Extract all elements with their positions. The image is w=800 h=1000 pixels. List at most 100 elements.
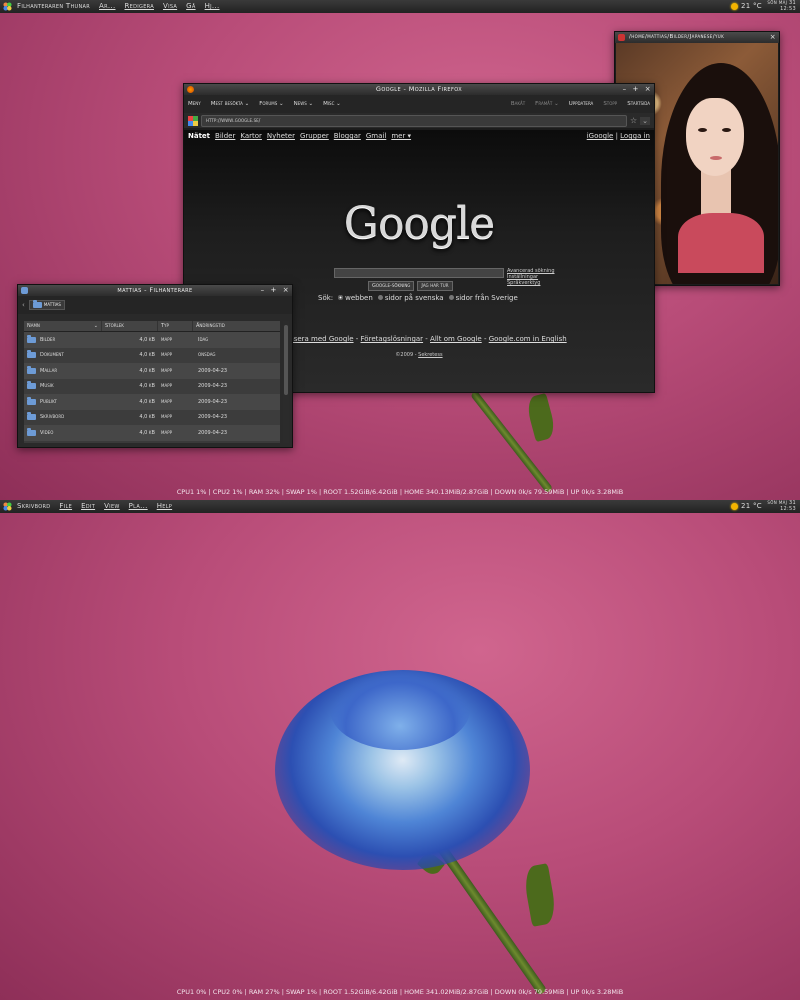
filemanager-window[interactable]: mattias - Filhanterare – + × ‹ mattias N… <box>17 284 293 448</box>
file-type: mapp <box>161 414 173 421</box>
table-row[interactable]: Video 4,0 kB mapp 2009-04-23 <box>24 425 280 441</box>
minimize-icon[interactable]: – <box>261 285 265 296</box>
google-account-links: iGoogle | Logga in <box>586 132 650 140</box>
menu-view[interactable]: Visa <box>163 2 177 10</box>
google-search-button[interactable]: Google-sökning <box>368 281 415 291</box>
firefox-titlebar[interactable]: Google - Mozilla Firefox – + × <box>184 84 654 95</box>
table-row[interactable]: Bilder 4,0 kB mapp Idag <box>24 332 280 348</box>
footer-about-link[interactable]: Allt om Google <box>430 335 482 343</box>
search-label: Sök: <box>318 294 334 302</box>
weather-applet[interactable]: 21 °C <box>730 2 762 10</box>
clock[interactable]: sön maj 31 12:53 <box>767 500 796 512</box>
path-button[interactable]: mattias <box>28 300 65 310</box>
menu-forums[interactable]: Forums ⌄ <box>259 101 283 107</box>
file-list-scrollbar[interactable] <box>283 321 289 443</box>
menu-app-name[interactable]: Skrivbord <box>17 502 50 510</box>
home-button[interactable]: Startsida <box>627 101 650 107</box>
menu-help[interactable]: Help <box>157 502 172 510</box>
login-link[interactable]: Logga in <box>620 132 650 140</box>
file-date: 2009-04-23 <box>198 429 228 436</box>
firefox-icon <box>187 86 194 93</box>
menu-app-name[interactable]: Filhanteraren Thunar <box>17 2 90 10</box>
google-nav-news[interactable]: Nyheter <box>267 132 295 140</box>
file-date: 2009-04-23 <box>198 367 228 374</box>
app-menu-icon[interactable] <box>3 2 12 11</box>
language-tools-link[interactable]: Språkverktyg <box>507 280 555 286</box>
weather-temp: 21 °C <box>740 502 762 510</box>
google-nav-maps[interactable]: Kartor <box>240 132 262 140</box>
menu-go[interactable]: Gå <box>186 2 195 10</box>
clock[interactable]: sön maj 31 12:53 <box>767 0 796 12</box>
file-date: 2009-04-23 <box>198 398 228 405</box>
filemanager-toolbar: ‹ mattias <box>18 296 292 314</box>
menu-file[interactable]: File <box>59 502 72 510</box>
scope-sweden[interactable]: sidor från Sverige <box>448 294 518 302</box>
scope-web[interactable]: webben <box>338 294 373 302</box>
folder-icon <box>27 365 36 374</box>
close-icon[interactable]: × <box>645 84 651 95</box>
scope-swedish[interactable]: sidor på svenska <box>377 294 444 302</box>
firefox-toolbar: Meny Mest besökta ⌄ Forums ⌄ News ⌄ Misc… <box>184 95 654 113</box>
bookmark-star-icon[interactable]: ☆ <box>630 116 637 125</box>
igoogle-link[interactable]: iGoogle <box>587 132 614 140</box>
google-nav-images[interactable]: Bilder <box>215 132 235 140</box>
reload-button[interactable]: Uppdatera <box>569 101 594 107</box>
google-nav-more[interactable]: mer ▾ <box>391 132 411 140</box>
forward-button[interactable]: Framåt ⌄ <box>535 101 559 107</box>
menu-edit[interactable]: Redigera <box>125 2 154 10</box>
google-nav-blogs[interactable]: Bloggar <box>334 132 361 140</box>
image-viewer-titlebar[interactable]: /home/mattias/Bilder/Japanese/yuk × <box>615 32 779 43</box>
file-name: Bilder <box>24 334 102 343</box>
table-row[interactable]: Publikt 4,0 kB mapp 2009-04-23 <box>24 394 280 410</box>
weather-applet[interactable]: 21 °C <box>730 502 762 510</box>
lucky-button[interactable]: Jag har tur <box>417 281 453 291</box>
back-button[interactable]: Bakåt <box>511 101 525 107</box>
folder-icon <box>27 381 36 390</box>
desktop-screen-2: Skrivbord File Edit View Pla... Help 21 … <box>0 500 800 1000</box>
url-dropdown-icon[interactable]: ⌄ <box>640 116 650 125</box>
back-arrow-icon[interactable]: ‹ <box>22 301 25 309</box>
menu-places[interactable]: Pla... <box>129 502 148 510</box>
menu-help[interactable]: Hj... <box>205 2 220 10</box>
window-controls: – + × <box>261 285 289 296</box>
footer-english-link[interactable]: Google.com in English <box>489 335 567 343</box>
url-input[interactable]: http://www.google.se/ <box>201 114 627 127</box>
flower-leaf <box>524 392 558 443</box>
col-size[interactable]: Storlek <box>102 321 158 331</box>
google-nav-web[interactable]: Nätet <box>188 132 210 140</box>
table-row[interactable]: Mallar 4,0 kB mapp 2009-04-23 <box>24 363 280 379</box>
photo-face <box>686 98 744 176</box>
close-icon[interactable]: × <box>770 32 776 43</box>
minimize-icon[interactable]: – <box>623 84 627 95</box>
menu-misc[interactable]: Misc ⌄ <box>323 101 341 107</box>
file-name: Dokument <box>24 350 102 359</box>
menu-file[interactable]: Ar... <box>99 2 115 10</box>
col-type[interactable]: Typ <box>158 321 193 331</box>
menu-mest-besokta[interactable]: Mest besökta ⌄ <box>211 101 250 107</box>
table-row[interactable]: Musik 4,0 kB mapp 2009-04-23 <box>24 378 280 394</box>
url-bar: http://www.google.se/ ☆ ⌄ <box>184 113 654 128</box>
maximize-icon[interactable]: + <box>632 84 638 95</box>
google-nav: Nätet Bilder Kartor Nyheter Grupper Blog… <box>188 132 411 140</box>
close-icon[interactable]: × <box>283 285 289 296</box>
menu-meny[interactable]: Meny <box>188 101 201 107</box>
menu-edit[interactable]: Edit <box>81 502 95 510</box>
app-menu-icon[interactable] <box>3 502 12 511</box>
menu-view[interactable]: View <box>104 502 120 510</box>
table-row[interactable]: Skrivbord 4,0 kB mapp 2009-04-23 <box>24 409 280 425</box>
col-name[interactable]: Namn ⌄ <box>24 321 102 331</box>
radio-off-icon <box>448 295 454 300</box>
filemanager-titlebar[interactable]: mattias - Filhanterare – + × <box>18 285 292 296</box>
google-search-input[interactable] <box>334 268 504 278</box>
maximize-icon[interactable]: + <box>270 285 276 296</box>
menu-news[interactable]: News ⌄ <box>294 101 314 107</box>
stop-button[interactable]: Stopp <box>603 101 617 107</box>
col-date[interactable]: Ändringstid <box>193 321 280 331</box>
file-size: 4,0 kB <box>139 383 155 390</box>
status-bar: CPU1 1% | CPU2 1% | RAM 32% | SWAP 1% | … <box>176 488 624 496</box>
privacy-link[interactable]: Sekretess <box>418 352 442 358</box>
google-nav-gmail[interactable]: Gmail <box>366 132 386 140</box>
google-nav-groups[interactable]: Grupper <box>300 132 329 140</box>
table-row[interactable]: Dokument 4,0 kB mapp onsdag <box>24 347 280 363</box>
footer-business-link[interactable]: Företagslösningar <box>361 335 424 343</box>
